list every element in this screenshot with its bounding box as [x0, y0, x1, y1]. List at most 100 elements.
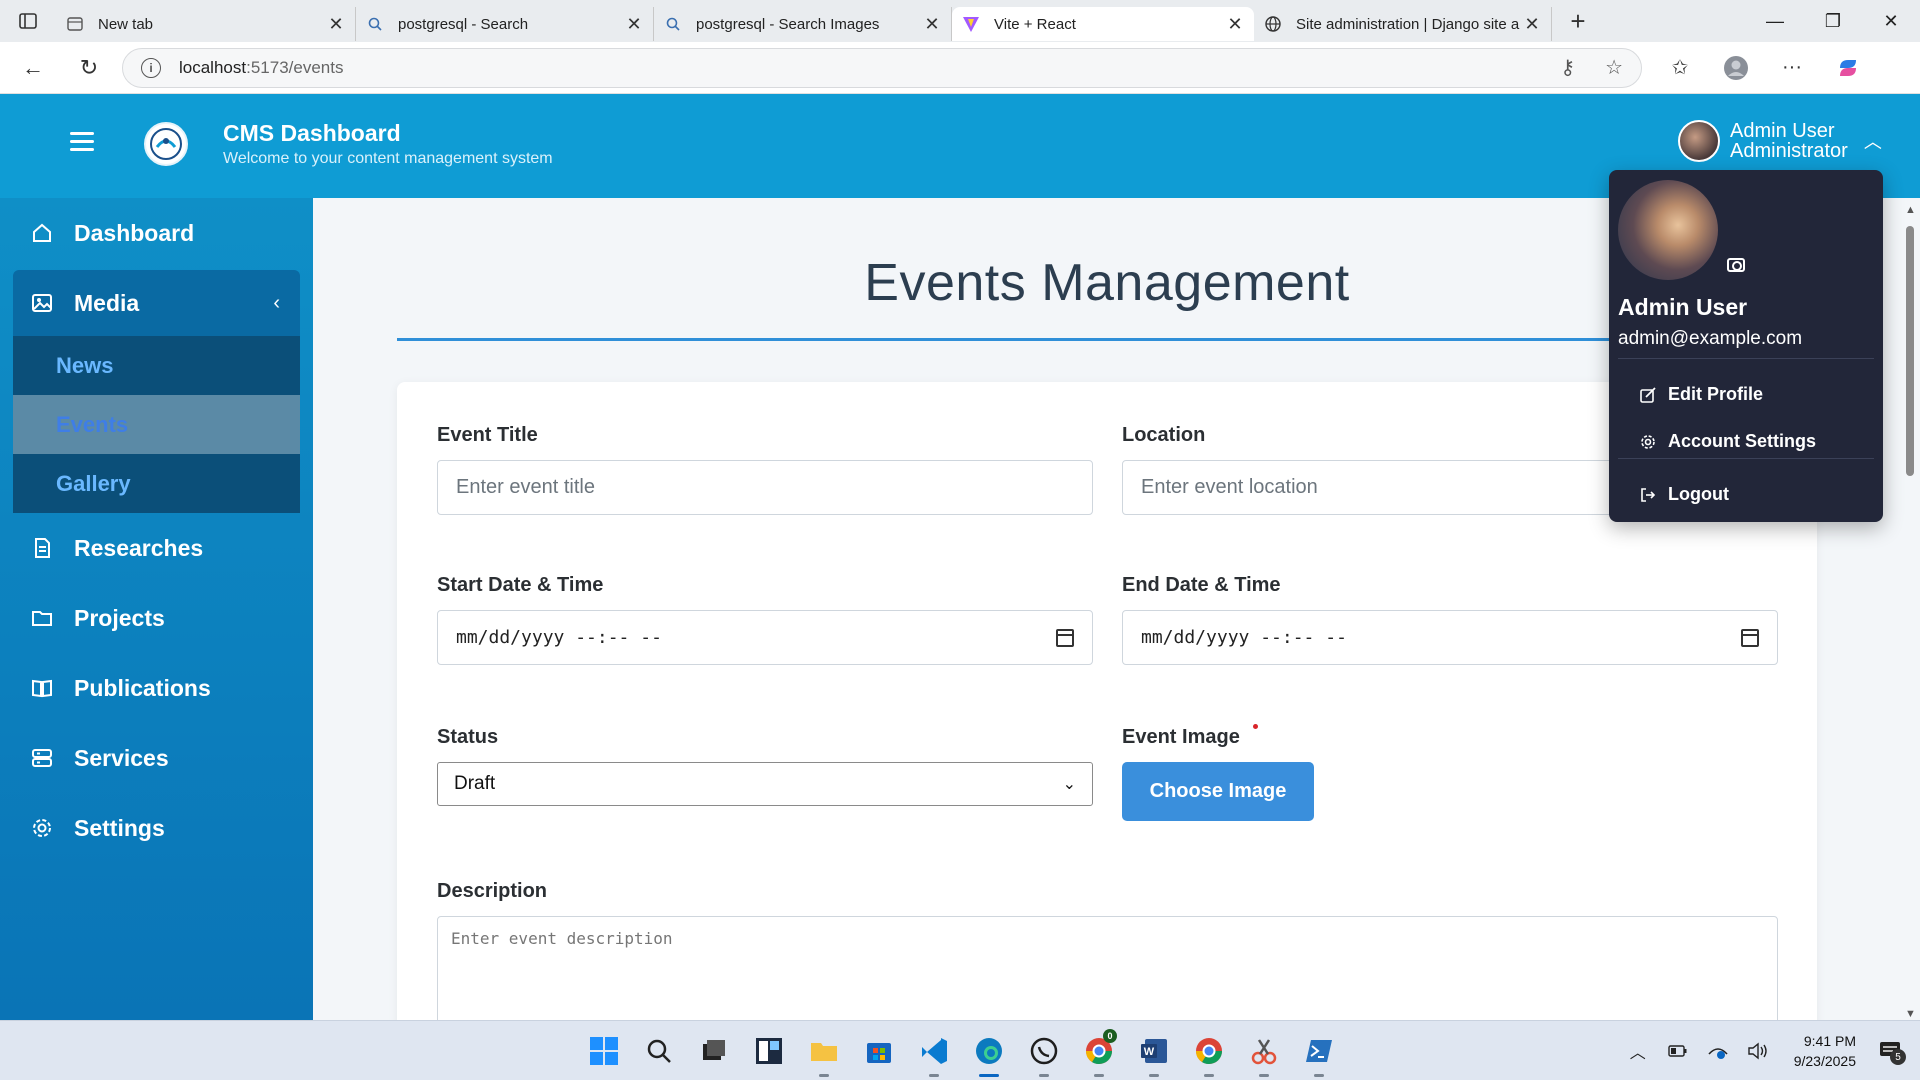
store-icon[interactable] [859, 1031, 899, 1071]
newtab-icon [66, 15, 84, 33]
required-dot [1253, 724, 1258, 729]
profile-icon[interactable] [1708, 48, 1764, 88]
app-subtitle: Welcome to your content management syste… [223, 150, 553, 167]
notification-center[interactable]: 5 [1870, 1031, 1910, 1071]
event-title-input[interactable]: Enter event title [437, 460, 1093, 515]
camera-icon[interactable] [1727, 258, 1745, 272]
start-datetime-value: mm/dd/yyyy --:-- -- [456, 627, 662, 648]
profile-photo [1618, 180, 1718, 280]
end-date-label: End Date & Time [1122, 574, 1281, 596]
favorites-icon[interactable]: ✩ [1652, 48, 1708, 88]
sidebar-item-label: Settings [74, 814, 165, 841]
more-menu-icon[interactable]: ··· [1764, 48, 1820, 88]
site-info-icon[interactable]: i [141, 57, 161, 78]
url-field[interactable]: i localhost:5173/events ⚷ ☆ [122, 47, 1642, 88]
logout-item[interactable]: Logout [1640, 484, 1729, 505]
tab-actions-icon[interactable] [0, 0, 56, 42]
close-tab-icon[interactable]: ✕ [1523, 14, 1541, 35]
sidebar-item-dashboard[interactable]: Dashboard [0, 198, 313, 268]
system-tray: ︿ 9:41 PM 9/23/2025 5 [1618, 1021, 1920, 1080]
edit-profile-item[interactable]: Edit Profile [1640, 384, 1763, 405]
close-tab-icon[interactable]: ✕ [625, 14, 643, 35]
battery-icon[interactable] [1658, 1031, 1698, 1071]
hamburger-menu-icon[interactable] [70, 132, 94, 156]
windows-start-icon[interactable] [584, 1031, 624, 1071]
gear-icon [1640, 434, 1656, 450]
browser-tab[interactable]: postgresql - Search Images ✕ [654, 7, 952, 41]
network-icon[interactable] [1698, 1031, 1738, 1071]
app-indicator [819, 1074, 829, 1077]
sidebar-item-label: Services [74, 744, 169, 771]
widgets-icon[interactable] [749, 1031, 789, 1071]
scroll-thumb[interactable] [1906, 226, 1914, 476]
volume-icon[interactable] [1738, 1031, 1778, 1071]
browser-tab[interactable]: Site administration | Django site a ✕ [1254, 7, 1552, 41]
minimize-icon[interactable]: — [1746, 0, 1804, 42]
book-icon [30, 676, 54, 700]
scroll-down-icon[interactable]: ▼ [1905, 1008, 1916, 1020]
restore-icon[interactable]: ❐ [1804, 0, 1862, 42]
user-names: Admin User Administrator [1730, 121, 1848, 161]
browser-tab[interactable]: New tab ✕ [56, 7, 356, 41]
chrome-profile-icon[interactable] [1189, 1031, 1229, 1077]
back-icon[interactable]: ← [10, 48, 56, 88]
chevron-up-icon: ︿ [1863, 132, 1882, 152]
chrome-badge: 0 [1103, 1029, 1117, 1043]
new-tab-button[interactable]: + [1558, 6, 1598, 37]
vscode-icon[interactable] [914, 1031, 954, 1077]
start-datetime-input[interactable]: mm/dd/yyyy --:-- -- [437, 610, 1093, 665]
chevron-up-icon[interactable]: ︿ [1618, 1031, 1658, 1071]
browser-toolbar: ✩ ··· [1652, 48, 1876, 88]
sidebar-item-media[interactable]: Media ‹ [13, 270, 300, 336]
sidebar: Dashboard Media ‹ News Events Gallery Re… [0, 198, 313, 1020]
app-indicator [1149, 1074, 1159, 1077]
calendar-icon[interactable] [1741, 628, 1759, 647]
scroll-up-icon[interactable]: ▲ [1905, 204, 1916, 216]
chrome-icon[interactable]: 0 [1079, 1029, 1119, 1077]
end-datetime-input[interactable]: mm/dd/yyyy --:-- -- [1122, 610, 1778, 665]
sidebar-item-researches[interactable]: Researches [0, 513, 313, 583]
calendar-icon[interactable] [1056, 628, 1074, 647]
browser-tab[interactable]: postgresql - Search ✕ [356, 7, 654, 41]
snipping-tool-icon[interactable] [1244, 1031, 1284, 1077]
sidebar-item-settings[interactable]: Settings [0, 793, 313, 863]
powershell-icon[interactable] [1299, 1031, 1339, 1077]
chevron-left-icon: ‹ [273, 291, 280, 314]
clock[interactable]: 9:41 PM 9/23/2025 [1794, 1031, 1856, 1071]
copilot-icon[interactable] [1820, 48, 1876, 88]
url-actions: ⚷ ☆ [1560, 55, 1623, 80]
sidebar-item-label: Publications [74, 674, 211, 701]
close-tab-icon[interactable]: ✕ [1226, 14, 1244, 35]
status-select[interactable]: Draft ⌄ [437, 762, 1093, 806]
close-tab-icon[interactable]: ✕ [923, 14, 941, 35]
word-icon[interactable]: W [1134, 1031, 1174, 1077]
account-settings-item[interactable]: Account Settings [1640, 431, 1816, 452]
sidebar-item-events[interactable]: Events [13, 395, 300, 454]
end-datetime-value: mm/dd/yyyy --:-- -- [1141, 627, 1347, 648]
search-icon[interactable] [639, 1031, 679, 1071]
file-explorer-icon[interactable] [804, 1031, 844, 1077]
sidebar-item-publications[interactable]: Publications [0, 653, 313, 723]
app-indicator [1314, 1074, 1324, 1077]
app-indicator [1094, 1074, 1104, 1077]
user-menu-toggle[interactable]: Admin User Administrator ︿ [1678, 120, 1882, 162]
profile-dropdown: Admin User admin@example.com Edit Profil… [1609, 170, 1883, 522]
event-title-label: Event Title [437, 424, 538, 446]
key-icon[interactable]: ⚷ [1560, 55, 1575, 80]
whatsapp-icon[interactable] [1024, 1031, 1064, 1077]
sidebar-item-news[interactable]: News [13, 336, 300, 395]
page-scrollbar[interactable]: ▲ ▼ [1900, 198, 1920, 1020]
sidebar-item-projects[interactable]: Projects [0, 583, 313, 653]
event-form-card: Event Title Enter event title Location E… [397, 382, 1817, 1020]
sidebar-item-gallery[interactable]: Gallery [13, 454, 300, 513]
close-tab-icon[interactable]: ✕ [327, 14, 345, 35]
sidebar-item-services[interactable]: Services [0, 723, 313, 793]
edge-browser-icon[interactable] [969, 1031, 1009, 1077]
favorite-star-icon[interactable]: ☆ [1605, 55, 1623, 80]
choose-image-button[interactable]: Choose Image [1122, 762, 1314, 821]
refresh-icon[interactable]: ↻ [66, 48, 112, 88]
task-view-icon[interactable] [694, 1031, 734, 1071]
description-textarea[interactable]: Enter event description [437, 916, 1778, 1020]
close-window-icon[interactable]: ✕ [1862, 0, 1920, 42]
browser-tab-active[interactable]: Vite + React ✕ [952, 7, 1254, 41]
